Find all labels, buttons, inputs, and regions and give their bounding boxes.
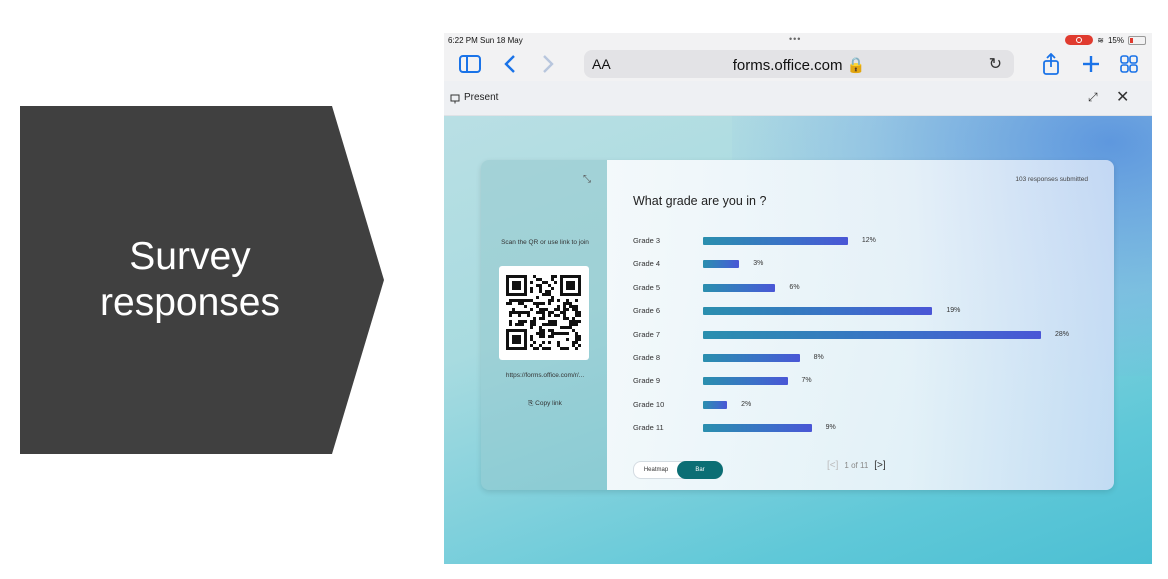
bar-toggle[interactable]: Bar <box>677 461 723 479</box>
slide-title-line1: Survey <box>129 235 251 278</box>
heatmap-toggle[interactable]: Heatmap <box>634 462 678 478</box>
copy-link-icon: ⎘ <box>528 400 534 407</box>
sidebar-icon[interactable] <box>458 52 482 76</box>
present-button[interactable]: Present <box>464 92 498 103</box>
grade-percentage: 3% <box>753 260 764 268</box>
pager-text: 1 of 11 <box>844 461 869 470</box>
slide-title-line2: responses <box>100 281 280 324</box>
forward-icon[interactable] <box>540 52 556 76</box>
previous-page-button[interactable]: [<] <box>827 460 838 471</box>
grade-label: Grade 7 <box>633 329 661 339</box>
copy-link-button[interactable]: ⎘ Copy link <box>501 400 589 408</box>
grade-percentage: 8% <box>813 354 824 361</box>
grade-percentage: 12% <box>861 237 876 244</box>
collapse-icon[interactable]: ⤡ <box>583 174 591 185</box>
new-tab-icon[interactable] <box>1080 52 1102 76</box>
back-icon[interactable] <box>502 52 518 76</box>
view-toggle: Heatmap Bar <box>633 461 723 479</box>
grade-percentage: 6% <box>789 283 800 291</box>
grade-label: Grade 5 <box>633 282 661 292</box>
grade-percentage: 19% <box>946 307 961 315</box>
present-icon <box>450 91 460 109</box>
grade-bar <box>703 330 1041 339</box>
grade-percentage: 28% <box>1055 330 1070 338</box>
tab-overview-icon[interactable] <box>1118 52 1140 76</box>
next-page-button[interactable]: [>] <box>874 460 885 471</box>
question-pager: [<] 1 of 11 [>] <box>827 460 886 471</box>
grade-label: Grade 3 <box>633 236 661 245</box>
battery-icon <box>1128 35 1146 45</box>
copy-link-label: Copy link <box>535 400 562 407</box>
url-bar[interactable]: AA forms.office.com 🔒 ↻ <box>584 50 1014 78</box>
share-icon[interactable] <box>1040 52 1062 76</box>
grade-bar <box>703 283 776 292</box>
grade-label: Grade 8 <box>633 353 661 362</box>
grade-bar <box>703 237 848 245</box>
grade-label: Grade 6 <box>633 306 661 316</box>
present-bar: Present ⤢ ✕ <box>444 81 1152 116</box>
status-indicators: ≋ 15% <box>1065 35 1146 45</box>
grade-bar <box>703 377 788 386</box>
grade-bar <box>703 400 728 409</box>
grade-percentage: 9% <box>825 424 836 432</box>
responses-count: 103 responses submitted <box>1015 176 1088 183</box>
results-panel: 103 responses submitted What grade are y… <box>607 160 1114 490</box>
battery-percent: 15% <box>1107 35 1124 45</box>
wifi-icon: ≋ <box>1097 35 1104 45</box>
grade-bar <box>703 260 740 269</box>
grade-label: Grade 4 <box>633 259 661 269</box>
scan-instructions: Scan the QR or use link to join <box>501 239 589 246</box>
tablet-screenshot: 6:22 PM Sun 18 May ••• ≋ 15% AA forms.of… <box>444 33 1152 564</box>
presentation-stage: ⤡ Scan the QR or use link to join https:… <box>444 116 1152 564</box>
browser-toolbar: AA forms.office.com 🔒 ↻ <box>444 47 1152 81</box>
grade-bar <box>703 307 933 316</box>
status-bar: 6:22 PM Sun 18 May ••• ≋ 15% <box>444 33 1152 47</box>
multitask-dots-icon[interactable]: ••• <box>789 34 801 44</box>
grade-percentage: 2% <box>741 400 752 408</box>
reload-icon[interactable]: ↻ <box>989 54 1002 74</box>
join-panel: ⤡ Scan the QR or use link to join https:… <box>481 160 607 490</box>
grade-label: Grade 9 <box>633 376 661 386</box>
slide-arrow-shape: Survey responses <box>20 106 384 454</box>
status-time: 6:22 PM Sun 18 May <box>448 36 523 45</box>
screen-recording-icon <box>1065 35 1094 45</box>
close-icon[interactable]: ✕ <box>1116 87 1129 107</box>
results-card: ⤡ Scan the QR or use link to join https:… <box>481 160 1114 490</box>
expand-icon[interactable]: ⤢ <box>1088 90 1098 105</box>
grade-percentage: 7% <box>801 377 812 385</box>
form-link[interactable]: https://forms.office.com/r/... <box>497 372 593 380</box>
question-title: What grade are you in ? <box>633 194 767 208</box>
grade-label: Grade 11 <box>633 423 664 433</box>
slide-title: Survey responses <box>20 106 360 454</box>
url-text: forms.office.com 🔒 <box>732 57 866 74</box>
qr-code <box>499 266 589 360</box>
grade-label: Grade 10 <box>633 399 665 409</box>
qr-code-graphic <box>506 275 581 350</box>
grade-bar <box>703 354 800 362</box>
grade-bar <box>703 424 812 433</box>
